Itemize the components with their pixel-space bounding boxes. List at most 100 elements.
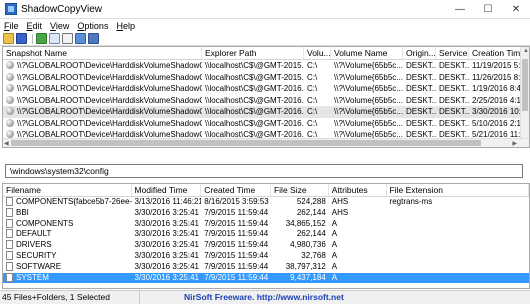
cell-text: SYSTEM xyxy=(16,272,49,282)
cell-name: COMPONENTS{fabce5b7-26ee-11e... xyxy=(3,197,132,208)
file-icon xyxy=(6,272,13,282)
cell-name: \\?\GLOBALROOT\Device\HarddiskVolumeShad… xyxy=(3,60,202,72)
shadow-copy-row[interactable]: \\?\GLOBALROOT\Device\HarddiskVolumeShad… xyxy=(3,118,529,130)
col-volume-name[interactable]: Volume Name xyxy=(331,47,403,59)
file-row[interactable]: SECURITY 3/30/2016 3:25:41 ... 7/9/2015 11… xyxy=(3,250,529,262)
menu-view[interactable]: View xyxy=(46,21,73,31)
col-file-extension[interactable]: File Extension xyxy=(387,184,529,196)
html-report-icon[interactable] xyxy=(75,33,86,44)
file-row[interactable]: DRIVERS 3/30/2016 3:25:41 ... 7/9/2015 11:… xyxy=(3,240,529,251)
shadow-list-header: Snapshot Name Explorer Path Volu... Volu… xyxy=(3,47,529,60)
maximize-button[interactable]: ☐ xyxy=(474,0,502,19)
cell-text: C:\ xyxy=(307,72,318,82)
close-button[interactable]: ✕ xyxy=(502,0,530,19)
file-row[interactable]: SOFTWARE 3/30/2016 3:25:41 ... 7/9/2015 11… xyxy=(3,261,529,273)
cell-text: COMPONENTS xyxy=(16,218,74,228)
cell-text: C:\ xyxy=(307,84,318,93)
col-service[interactable]: Service... xyxy=(436,47,469,59)
shadow-list-hscrollbar[interactable]: ◀ ▶ xyxy=(3,138,529,147)
cell-created: 8/16/2015 3:59:53 ... xyxy=(201,197,271,208)
scroll-left-icon[interactable]: ◀ xyxy=(4,140,9,147)
col-origin[interactable]: Origin... xyxy=(403,47,436,59)
file-row[interactable]: SYSTEM 3/30/2016 3:25:41 ... 7/9/2015 11:5… xyxy=(3,272,529,284)
save-icon[interactable] xyxy=(16,33,27,44)
cell-text: DESKT... xyxy=(406,84,436,93)
cell-size: 32,768 xyxy=(271,251,329,262)
cell-path: \\localhost\C$\@GMT-2015.... xyxy=(202,72,304,84)
col-created-time[interactable]: Created Time xyxy=(201,184,271,196)
col-snapshot-name[interactable]: Snapshot Name xyxy=(3,47,202,59)
open-folder-icon[interactable] xyxy=(3,33,14,44)
col-modified-time[interactable]: Modified Time xyxy=(132,184,202,196)
shadow-copy-icon xyxy=(6,118,14,127)
col-volume[interactable]: Volu... xyxy=(304,47,331,59)
cell-text: 7/9/2015 11:59:44 ... xyxy=(204,272,271,282)
cell-text: \\?\GLOBALROOT\Device\HarddiskVolumeShad… xyxy=(17,118,202,128)
cell-vol: C:\ xyxy=(304,95,331,107)
minimize-button[interactable]: — xyxy=(446,0,474,19)
file-row[interactable]: COMPONENTS{fabce5b7-26ee-11e...3/13/2016… xyxy=(3,197,529,208)
file-row[interactable]: DEFAULT 3/30/2016 3:25:41 ... 7/9/2015 11:… xyxy=(3,229,529,240)
cell-text: 32,768 xyxy=(301,250,326,260)
hscroll-thumb[interactable] xyxy=(11,140,481,146)
file-icon xyxy=(6,197,13,206)
cell-volname: \\?\Volume{65b5c... xyxy=(331,106,403,118)
cell-volname: \\?\Volume{65b5c... xyxy=(331,118,403,130)
menu-file[interactable]: File xyxy=(0,21,23,31)
file-row[interactable]: COMPONENTS 3/30/2016 3:25:41 ... 7/9/2015 … xyxy=(3,218,529,230)
shadow-copy-list[interactable]: Snapshot Name Explorer Path Volu... Volu… xyxy=(2,46,530,148)
cell-text: \\?\GLOBALROOT\Device\HarddiskVolumeShad… xyxy=(17,72,202,82)
shadow-list-vscrollbar[interactable]: ▲ xyxy=(520,47,529,147)
shadow-copy-row[interactable]: \\?\GLOBALROOT\Device\HarddiskVolumeShad… xyxy=(3,95,529,107)
cell-text: 4,980,736 xyxy=(290,240,326,250)
menu-edit[interactable]: Edit xyxy=(23,21,47,31)
file-list[interactable]: Filename Modified Time Created Time File… xyxy=(2,183,530,289)
cell-text: 7/9/2015 11:59:44 ... xyxy=(204,218,271,228)
shadow-copy-row[interactable]: \\?\GLOBALROOT\Device\HarddiskVolumeShad… xyxy=(3,72,529,84)
cell-text: SECURITY xyxy=(16,250,57,260)
cell-service: DESKT... xyxy=(436,83,469,95)
col-attributes[interactable]: Attributes xyxy=(329,184,387,196)
shadow-copy-row[interactable]: \\?\GLOBALROOT\Device\HarddiskVolumeShad… xyxy=(3,60,529,72)
cell-text: AHS xyxy=(331,207,349,217)
folder-path-field[interactable]: \windows\system32\config xyxy=(5,164,523,178)
cell-service: DESKT... xyxy=(436,106,469,118)
cell-text: DESKT... xyxy=(439,118,469,128)
cell-text: \\localhost\C$\@GMT-2015.... xyxy=(205,61,304,70)
cell-text: 262,144 xyxy=(296,229,326,239)
cell-modified: 3/30/2016 3:25:41 ... xyxy=(132,229,202,240)
cell-created: 7/9/2015 11:59:44 ... xyxy=(201,273,271,284)
menu-help[interactable]: Help xyxy=(112,21,139,31)
app-icon xyxy=(5,3,17,15)
vscroll-thumb[interactable] xyxy=(522,59,528,111)
menu-options[interactable]: Options xyxy=(73,21,112,31)
col-filename[interactable]: Filename xyxy=(3,184,132,196)
shadow-copy-row[interactable]: \\?\GLOBALROOT\Device\HarddiskVolumeShad… xyxy=(3,106,529,118)
cell-text: DEFAULT xyxy=(16,229,52,239)
cell-text: 524,288 xyxy=(296,197,326,206)
cell-text: A xyxy=(331,240,338,250)
cell-text: 34,865,152 xyxy=(285,218,326,228)
cell-origin: DESKT... xyxy=(403,72,436,84)
cell-text: A xyxy=(331,218,338,228)
scroll-up-icon[interactable]: ▲ xyxy=(523,48,529,54)
cell-text: 3/30/2016 3:25:41 ... xyxy=(134,218,202,228)
scroll-right-icon[interactable]: ▶ xyxy=(512,140,517,147)
nirsoft-link[interactable]: NirSoft Freeware. http://www.nirsoft.net xyxy=(140,291,344,304)
shadow-copy-row[interactable]: \\?\GLOBALROOT\Device\HarddiskVolumeShad… xyxy=(3,83,529,95)
cell-text: C:\ xyxy=(307,95,318,105)
exit-icon[interactable] xyxy=(88,33,99,44)
cell-name: SECURITY xyxy=(3,250,132,262)
cell-text: DESKT... xyxy=(439,95,469,105)
col-creation-time[interactable]: Creation Time xyxy=(469,47,522,59)
col-explorer-path[interactable]: Explorer Path xyxy=(202,47,304,59)
copy-icon[interactable] xyxy=(49,33,60,44)
refresh-icon[interactable] xyxy=(36,33,47,44)
cell-text: 11/19/2015 5:11 xyxy=(472,61,522,70)
file-row[interactable]: BBI 3/30/2016 3:25:41 ... 7/9/2015 11:59:4… xyxy=(3,207,529,219)
cell-name: \\?\GLOBALROOT\Device\HarddiskVolumeShad… xyxy=(3,106,202,118)
cell-path: \\localhost\C$\@GMT-2016.... xyxy=(202,95,304,107)
properties-icon[interactable] xyxy=(62,33,73,44)
col-file-size[interactable]: File Size xyxy=(271,184,329,196)
file-icon xyxy=(6,250,13,260)
